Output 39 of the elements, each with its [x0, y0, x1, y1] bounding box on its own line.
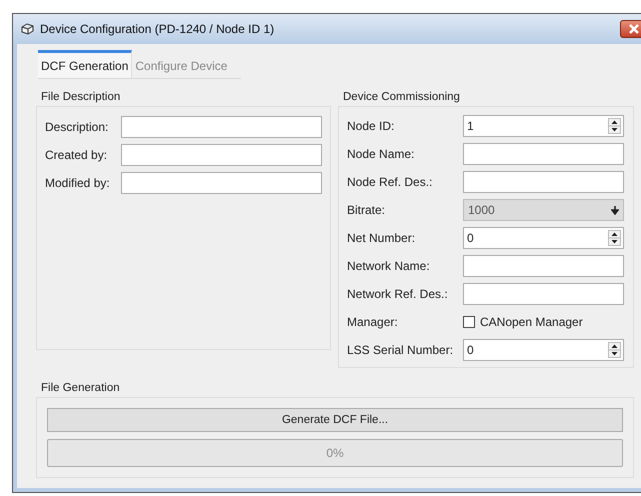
tab[interactable]: DCF Generation [38, 50, 132, 78]
input-field[interactable] [121, 172, 322, 194]
field-label: Net Number: [347, 231, 416, 245]
field-label: Modified by: [45, 176, 111, 190]
field-label: Node Name: [347, 147, 416, 161]
group-title: File Description [40, 91, 122, 105]
field-label: Bitrate: [347, 203, 386, 217]
input-field[interactable] [463, 143, 624, 165]
checkbox-label[interactable]: CANopen Manager [480, 315, 583, 329]
field-label: Description: [45, 120, 110, 134]
spinner-arrows-icon[interactable] [608, 342, 621, 358]
field-label: Manager: [347, 315, 399, 329]
field-label: LSS Serial Number: [347, 343, 454, 357]
spinner-arrows-icon[interactable] [608, 230, 621, 246]
field-label: Network Ref. Des.: [347, 287, 449, 301]
field-label: Network Name: [347, 259, 431, 273]
close-icon [628, 24, 640, 34]
progress-text: 0% [326, 446, 344, 460]
checkbox[interactable] [463, 316, 475, 328]
field-label: Node Ref. Des.: [347, 175, 434, 189]
spin-field[interactable]: 0 [463, 227, 624, 249]
field-label: Created by: [45, 148, 108, 162]
box-icon [21, 23, 34, 35]
window-title: Device Configuration (PD-1240 / Node ID 1) [40, 22, 276, 36]
close-button[interactable] [620, 20, 641, 38]
field-label: Node ID: [347, 119, 396, 133]
input-field[interactable] [463, 283, 624, 305]
spin-field[interactable]: 1 [463, 115, 624, 137]
input-field[interactable] [463, 255, 624, 277]
input-field[interactable] [121, 144, 322, 166]
down-arrow-icon [611, 206, 619, 214]
input-field[interactable] [121, 116, 322, 138]
group-title: Device Commissioning [342, 91, 461, 105]
spinner-arrows-icon[interactable] [608, 118, 621, 134]
dropdown[interactable]: 1000 [463, 199, 624, 221]
spin-field[interactable]: 0 [463, 339, 624, 361]
group-title: File Generation [40, 382, 121, 396]
input-field[interactable] [463, 171, 624, 193]
generate-button[interactable]: Generate DCF File... [47, 408, 623, 432]
